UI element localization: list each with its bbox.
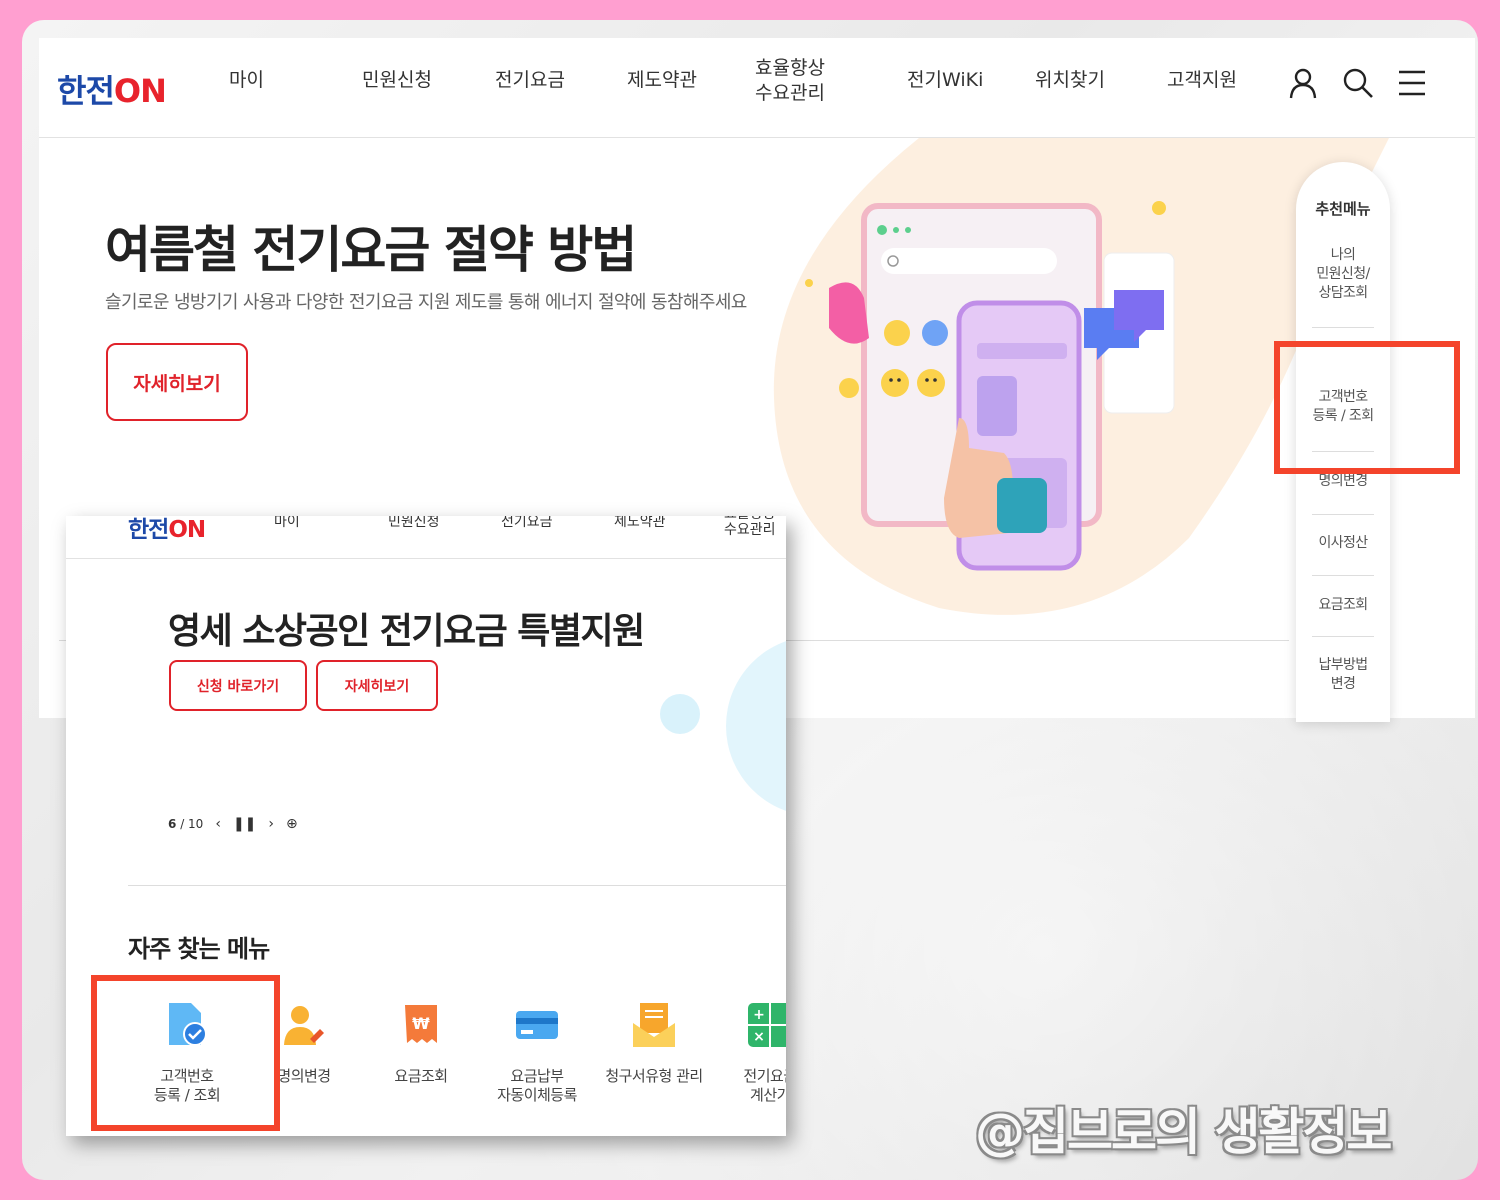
nav-civil-request[interactable]: 민원신청 [388,516,440,530]
nav-civil-request[interactable]: 민원신청 [362,68,432,93]
calculator-icon: + × [748,1003,786,1047]
section-divider [128,885,786,886]
reco-separator [1312,327,1374,328]
nav-my[interactable]: 마이 [229,68,264,93]
pager-current: 6 [168,817,177,831]
kepco-on-logo-small[interactable]: 한전ON [128,516,206,544]
highlight-box-frequent [91,975,280,1131]
reco-payment-method[interactable]: 납부방법 변경 [1311,656,1375,694]
reco-moving-settlement[interactable]: 이사정산 [1311,534,1375,553]
logo-text: 한전 [57,72,115,110]
user-icon[interactable] [1286,66,1320,100]
search-icon[interactable] [1341,66,1375,100]
reco-fee-inquiry[interactable]: 요금조회 [1311,596,1375,615]
pager-total: / 10 [180,817,204,831]
svg-text:₩: ₩ [412,1014,430,1033]
plus-circle-icon[interactable]: ⊕ [286,816,298,832]
prev-arrow-icon[interactable]: ‹ [215,816,221,832]
banner-title: 영세 소상공인 전기요금 특별지원 [168,611,645,652]
banner-detail-button[interactable]: 자세히보기 [316,660,438,711]
reco-name-change[interactable]: 명의변경 [1311,472,1375,491]
freq-label: 전기요금 계산기 [743,1067,786,1104]
person-edit-icon [284,1006,324,1045]
freq-label: 요금납부 자동이체등록 [497,1067,577,1104]
nav-location[interactable]: 위치찾기 [1035,68,1105,93]
freq-fee-calculator[interactable]: + × 전기요금 계산기 [712,1001,786,1105]
credit-card-icon [516,1011,558,1039]
reco-separator [1312,514,1374,515]
watermark-text: @집브로의 생활정보 [975,1103,1392,1161]
top-navigation-small: 한전ON 마이 민원신청 전기요금 제도약관 효율향상 수요관리 [66,516,786,559]
pause-icon[interactable]: ❚❚ [233,816,256,832]
hero-subtitle: 슬기로운 냉방기기 사용과 다양한 전기요금 지원 제도를 통해 에너지 절약에… [105,292,747,313]
reco-my-request[interactable]: 나의 민원신청/ 상담조회 [1311,246,1375,303]
logo-on-text: ON [113,72,167,110]
nav-efficiency[interactable]: 효율향상 수요관리 [724,516,776,538]
freq-label: 요금조회 [394,1067,448,1085]
recommended-menu-title: 추천메뉴 [1315,200,1371,218]
hamburger-menu-icon[interactable] [1395,66,1429,100]
freq-label: 청구서유형 관리 [605,1067,703,1085]
nav-customer-support[interactable]: 고객지원 [1167,68,1237,93]
nav-electric-fee[interactable]: 전기요금 [501,516,553,530]
banner-pager: 6 / 10 ‹ ❚❚ › ⊕ [168,816,298,832]
hero-detail-button[interactable]: 자세히보기 [106,343,248,421]
svg-text:+: + [753,1007,765,1023]
frequent-menu-title: 자주 찾는 메뉴 [128,935,270,963]
logo-on-text: ON [168,517,206,543]
pager-count: 6 / 10 [168,817,203,831]
kepco-on-logo[interactable]: 한전ON [57,66,167,112]
svg-text:×: × [753,1029,765,1045]
freq-fee-inquiry[interactable]: ₩ 요금조회 [363,1001,479,1086]
nav-policy-terms[interactable]: 제도약관 [627,68,697,93]
hero-title: 여름철 전기요금 절약 방법 [105,221,637,279]
nav-policy-terms[interactable]: 제도약관 [614,516,666,530]
nav-wiki[interactable]: 전기WiKi [907,68,983,93]
nav-efficiency[interactable]: 효율향상 수요관리 [755,56,825,106]
next-arrow-icon[interactable]: › [268,816,274,832]
nav-my[interactable]: 마이 [274,516,300,530]
receipt-won-icon: ₩ [405,1005,437,1043]
highlight-box-recommended [1274,341,1460,474]
freq-auto-transfer[interactable]: 요금납부 자동이체등록 [479,1001,595,1105]
top-navigation: 한전ON 마이 민원신청 전기요금 제도약관 효율향상 수요관리 전기WiKi … [39,38,1475,138]
freq-bill-type[interactable]: 청구서유형 관리 [596,1001,712,1086]
reco-separator [1312,575,1374,576]
banner-decoration [660,641,786,811]
envelope-bill-icon [633,1003,675,1047]
reco-separator [1312,636,1374,637]
logo-text: 한전 [128,517,169,543]
nav-electric-fee[interactable]: 전기요금 [495,68,565,93]
apply-shortcut-button[interactable]: 신청 바로가기 [169,660,307,711]
